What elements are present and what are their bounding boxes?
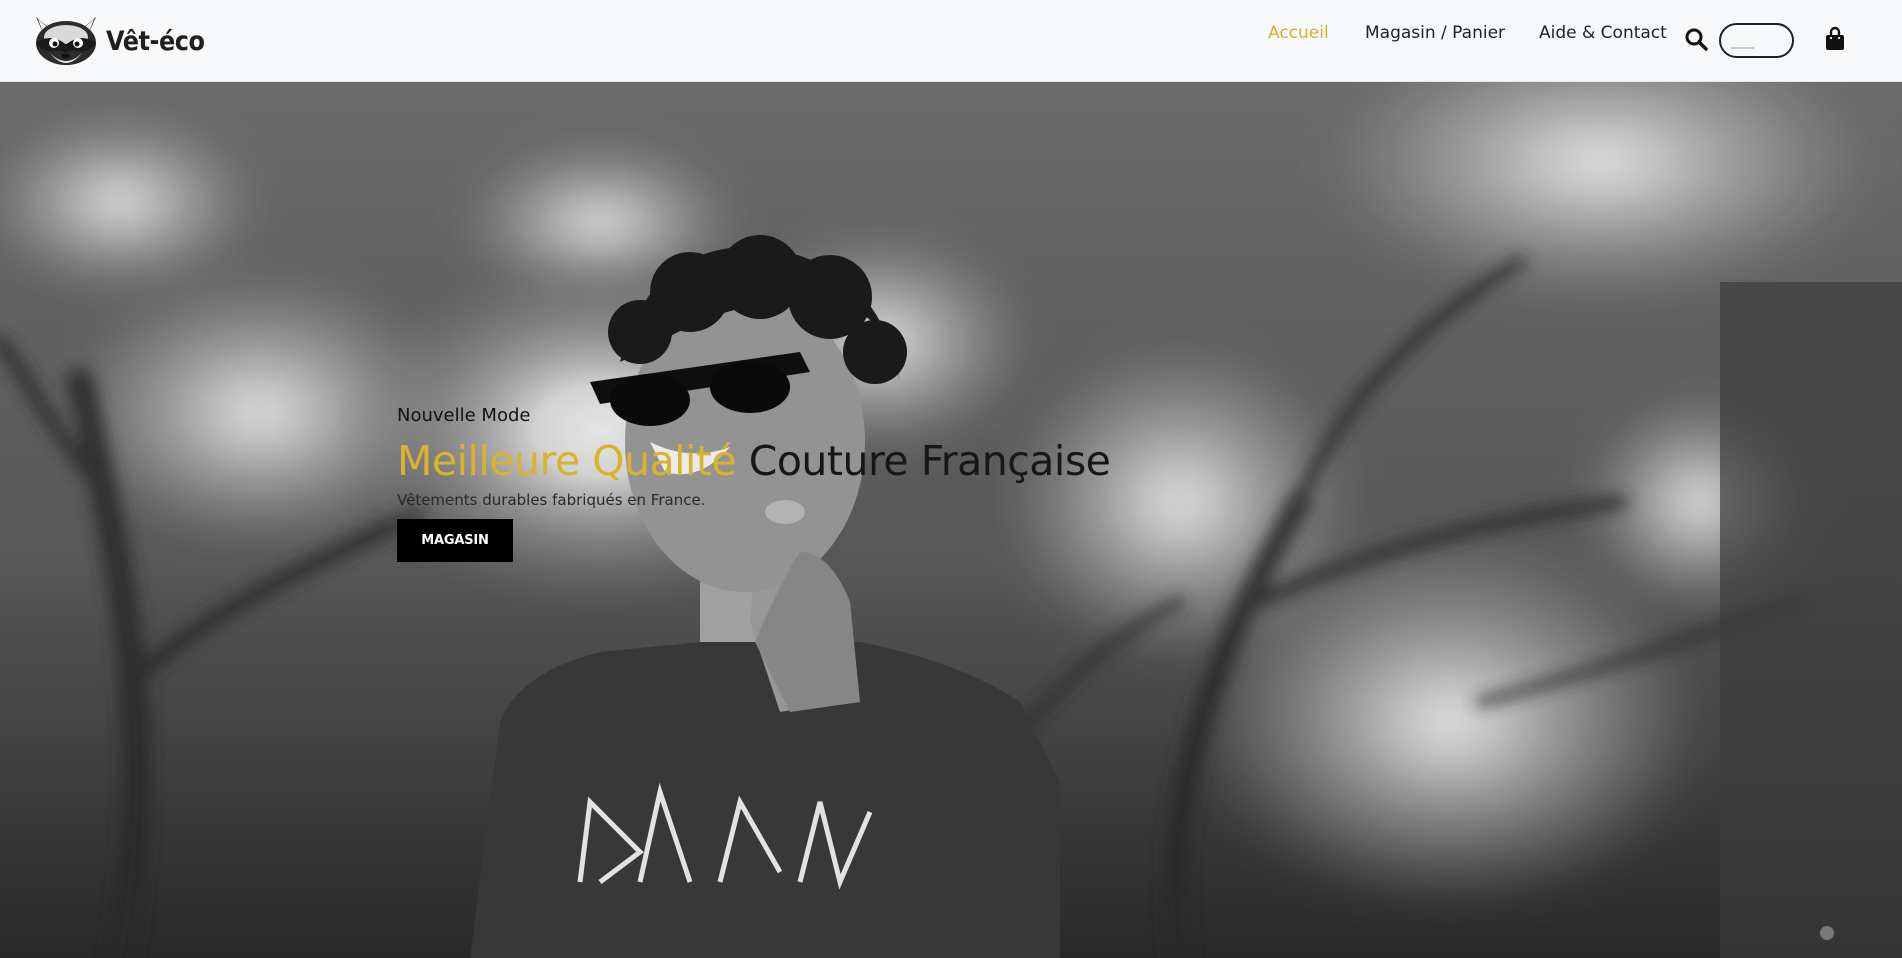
hero-content: Nouvelle Mode Meilleure Qualité Couture …: [397, 405, 1111, 562]
hero-banner: Nouvelle Mode Meilleure Qualité Couture …: [0, 82, 1902, 958]
hero-subtitle: Vêtements durables fabriqués en France.: [397, 491, 706, 509]
search-icon[interactable]: [1684, 27, 1708, 51]
hero-kicker: Nouvelle Mode: [397, 405, 531, 426]
nav-item-accueil[interactable]: Accueil: [1268, 23, 1329, 43]
brand-logo[interactable]: Vêt-éco: [30, 13, 205, 69]
nav-item-aide-contact[interactable]: Aide & Contact: [1539, 23, 1667, 43]
nav-item-magasin-panier[interactable]: Magasin / Panier: [1365, 23, 1505, 43]
shop-button[interactable]: MAGASIN: [397, 519, 513, 562]
search-input[interactable]: [1719, 23, 1794, 58]
brand-name: Vêt-éco: [106, 25, 205, 57]
navbar: Vêt-éco Accueil Magasin / Panier Aide & …: [0, 0, 1902, 82]
hero-title-rest: Couture Française: [748, 437, 1111, 485]
hero-title-accent: Meilleure Qualité: [397, 437, 737, 485]
hero-title: Meilleure Qualité Couture Française: [397, 437, 1111, 485]
scroll-indicator[interactable]: [1820, 926, 1834, 940]
raccoon-icon: [36, 17, 96, 65]
shopping-bag-icon[interactable]: [1824, 26, 1846, 52]
